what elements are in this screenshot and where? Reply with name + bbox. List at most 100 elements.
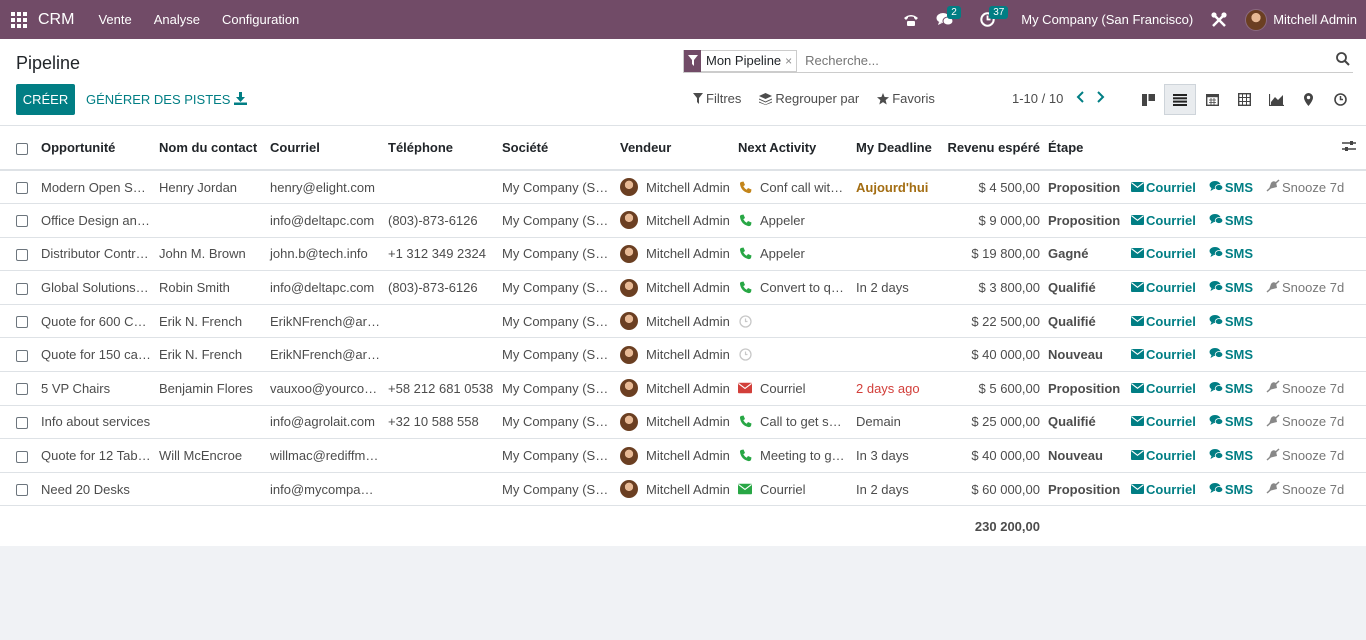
cell-opportunity[interactable]: Quote for 600 Chairs: [37, 304, 155, 339]
sms-button[interactable]: SMS: [1209, 414, 1253, 429]
envelope-green-icon[interactable]: [738, 483, 752, 495]
sms-button[interactable]: SMS: [1209, 381, 1253, 396]
cell-opportunity[interactable]: Need 20 Desks: [37, 472, 155, 507]
user-menu[interactable]: Mitchell Admin: [1245, 8, 1357, 31]
email-button[interactable]: Courriel: [1131, 381, 1196, 396]
cell-next-activity[interactable]: Conf call with technical service: [734, 170, 852, 205]
table-row[interactable]: Quote for 12 Tables Will McEncroe willmac@…: [0, 438, 1366, 473]
sms-button[interactable]: SMS: [1209, 280, 1253, 295]
envelope-red-icon[interactable]: [738, 382, 752, 394]
phone-icon[interactable]: [738, 281, 752, 294]
snooze-button[interactable]: Snooze 7d: [1266, 481, 1344, 497]
sms-button[interactable]: SMS: [1209, 482, 1253, 497]
cell-next-activity[interactable]: Courriel: [734, 472, 852, 507]
kanban-view-icon[interactable]: [1132, 84, 1164, 115]
menu-vente[interactable]: Vente: [98, 12, 131, 27]
cell-next-activity[interactable]: Meeting to go over pricing: [734, 438, 852, 473]
cell-next-activity[interactable]: [734, 337, 852, 373]
pager-next-icon[interactable]: [1097, 91, 1105, 106]
phone-icon[interactable]: [738, 181, 752, 194]
optional-columns-icon[interactable]: [1342, 140, 1356, 155]
snooze-button[interactable]: Snooze 7d: [1266, 179, 1344, 195]
table-row[interactable]: Quote for 600 Chairs Erik N. French ErikNF…: [0, 304, 1366, 339]
graph-view-icon[interactable]: [1260, 84, 1292, 115]
debug-tools-icon[interactable]: [1207, 8, 1231, 32]
phone-icon[interactable]: [738, 247, 752, 260]
menu-configuration[interactable]: Configuration: [222, 12, 299, 27]
pager-previous-icon[interactable]: [1076, 91, 1085, 106]
email-button[interactable]: Courriel: [1131, 280, 1196, 295]
voip-phone-icon[interactable]: [899, 8, 923, 32]
generate-leads-button[interactable]: GÉNÉRER DES PISTES: [86, 92, 230, 107]
activity-view-icon[interactable]: [1324, 84, 1356, 115]
pivot-view-icon[interactable]: [1228, 84, 1260, 115]
table-row[interactable]: Need 20 Desks info@mycompany.example.com M…: [0, 472, 1366, 507]
clock-icon[interactable]: [738, 348, 752, 361]
snooze-button[interactable]: Snooze 7d: [1266, 380, 1344, 396]
apps-menu-icon[interactable]: [0, 0, 38, 39]
email-button[interactable]: Courriel: [1131, 482, 1196, 497]
snooze-button[interactable]: Snooze 7d: [1266, 280, 1344, 296]
cell-next-activity[interactable]: Appeler: [734, 237, 852, 272]
table-row[interactable]: Office Design and Architecture info@delta…: [0, 203, 1366, 238]
row-checkbox[interactable]: [16, 316, 28, 329]
row-checkbox[interactable]: [16, 450, 28, 463]
cell-next-activity[interactable]: Call to get system requirements: [734, 405, 852, 440]
cell-opportunity[interactable]: Distributor Contract: [37, 237, 155, 272]
cell-next-activity[interactable]: Convert to quote: [734, 270, 852, 305]
select-all-checkbox[interactable]: [16, 142, 28, 155]
menu-analyse[interactable]: Analyse: [154, 12, 200, 27]
column-deadline[interactable]: My Deadline: [852, 126, 940, 171]
row-checkbox[interactable]: [16, 383, 28, 396]
app-brand[interactable]: CRM: [38, 11, 74, 29]
cell-opportunity[interactable]: Global Solutions: Furnitures: [37, 270, 155, 305]
messages-icon[interactable]: 2: [933, 5, 961, 32]
email-button[interactable]: Courriel: [1131, 213, 1196, 228]
cell-opportunity[interactable]: Office Design and Architecture: [37, 203, 155, 238]
cell-opportunity[interactable]: Quote for 12 Tables: [37, 438, 155, 473]
list-view-icon[interactable]: [1164, 84, 1196, 115]
sms-button[interactable]: SMS: [1209, 246, 1253, 261]
sms-button[interactable]: SMS: [1209, 347, 1253, 362]
email-button[interactable]: Courriel: [1131, 414, 1196, 429]
cell-next-activity[interactable]: Appeler: [734, 203, 852, 238]
groupby-dropdown[interactable]: Regrouper par: [759, 91, 859, 106]
column-contact[interactable]: Nom du contact: [155, 126, 266, 171]
filters-dropdown[interactable]: Filtres: [693, 91, 741, 106]
snooze-button[interactable]: Snooze 7d: [1266, 447, 1344, 464]
table-row[interactable]: Global Solutions: FurnituresRobin Smithi…: [0, 270, 1366, 305]
row-checkbox[interactable]: [16, 417, 28, 430]
email-button[interactable]: Courriel: [1131, 180, 1196, 195]
cell-next-activity[interactable]: [734, 304, 852, 339]
email-button[interactable]: Courriel: [1131, 314, 1196, 329]
email-button[interactable]: Courriel: [1131, 448, 1196, 463]
company-switcher[interactable]: My Company (San Francisco): [1021, 12, 1193, 27]
column-courriel[interactable]: Courriel: [266, 126, 384, 171]
row-checkbox[interactable]: [16, 349, 28, 362]
sms-button[interactable]: SMS: [1209, 314, 1253, 329]
email-button[interactable]: Courriel: [1131, 246, 1196, 261]
sms-button[interactable]: SMS: [1209, 180, 1253, 195]
search-input[interactable]: [805, 53, 1306, 68]
phone-icon[interactable]: [738, 449, 752, 462]
row-checkbox[interactable]: [16, 282, 28, 295]
phone-icon[interactable]: [738, 214, 752, 227]
create-button[interactable]: CRÉER: [16, 84, 75, 115]
column-etape[interactable]: Étape: [1044, 126, 1127, 171]
cell-opportunity[interactable]: Quote for 150 carpets: [37, 337, 155, 373]
phone-icon[interactable]: [738, 415, 752, 428]
clock-icon[interactable]: [738, 315, 752, 328]
column-opportunite[interactable]: Opportunité: [37, 126, 155, 171]
cell-opportunity[interactable]: 5 VP Chairs: [37, 371, 155, 406]
activities-clock-icon[interactable]: 37: [975, 5, 1009, 32]
column-revenue[interactable]: Revenu espéré: [940, 126, 1044, 171]
cell-opportunity[interactable]: Modern Open Space: [37, 170, 155, 205]
table-row[interactable]: Quote for 150 carpets Erik N. French ErikN…: [0, 337, 1366, 373]
map-view-icon[interactable]: [1292, 84, 1324, 115]
snooze-button[interactable]: Snooze 7d: [1266, 414, 1344, 430]
table-row[interactable]: 5 VP Chairs Benjamin Flores vauxoo@yourcom…: [0, 371, 1366, 406]
cell-next-activity[interactable]: Courriel: [734, 371, 852, 406]
email-button[interactable]: Courriel: [1131, 347, 1196, 362]
facet-remove-icon[interactable]: ×: [785, 54, 796, 68]
row-checkbox[interactable]: [16, 182, 28, 195]
